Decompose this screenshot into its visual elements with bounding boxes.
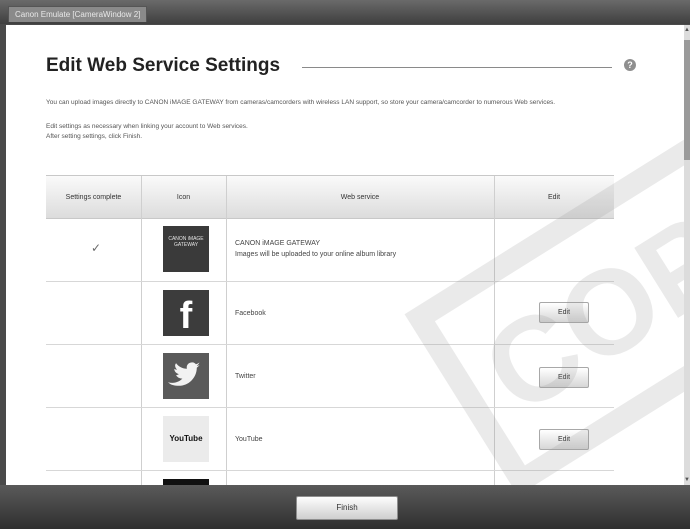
- scroll-up-icon[interactable]: ▲: [684, 25, 690, 35]
- header-web-service: Web service: [340, 193, 380, 201]
- description-line-1: You can upload images directly to CANON …: [46, 99, 556, 106]
- service-name-facebook: Facebook: [235, 310, 266, 317]
- scrollbar-thumb[interactable]: [684, 40, 690, 160]
- service-name-twitter: Twitter: [235, 373, 256, 380]
- settings-complete-check-icon: ✓: [91, 241, 102, 255]
- finish-button[interactable]: Finish: [296, 496, 398, 520]
- title-bar: Canon Emulate [CameraWindow 2]: [0, 0, 690, 24]
- canon-image-gateway-icon: CANON iMAGE GATEWAY: [163, 226, 209, 272]
- help-icon[interactable]: ?: [624, 59, 636, 71]
- scroll-down-icon[interactable]: ▼: [684, 475, 690, 485]
- description-line-2: Edit settings as necessary when linking …: [46, 123, 248, 130]
- description-line-3: After setting settings, click Finish.: [46, 133, 143, 140]
- main-panel: Edit Web Service Settings ? You can uplo…: [6, 25, 684, 485]
- service-name-canon: CANON iMAGE GATEWAY: [235, 240, 321, 247]
- header-icon: Icon: [176, 193, 191, 201]
- window-tab[interactable]: Canon Emulate [CameraWindow 2]: [8, 6, 148, 22]
- title-divider: [302, 67, 612, 68]
- youtube-icon: YouTube: [163, 416, 209, 462]
- twitter-icon: [163, 353, 209, 399]
- app-window: Canon Emulate [CameraWindow 2] Edit Web …: [0, 0, 690, 529]
- header-settings-complete: Settings complete: [65, 193, 122, 201]
- facebook-icon: f: [163, 290, 209, 337]
- service-name-youtube: YouTube: [235, 436, 263, 443]
- service-subtitle-canon: Images will be uploaded to your online a…: [235, 251, 397, 258]
- table-header: Settings complete Icon Web service Edit: [46, 176, 614, 219]
- page-title: Edit Web Service Settings: [46, 55, 281, 76]
